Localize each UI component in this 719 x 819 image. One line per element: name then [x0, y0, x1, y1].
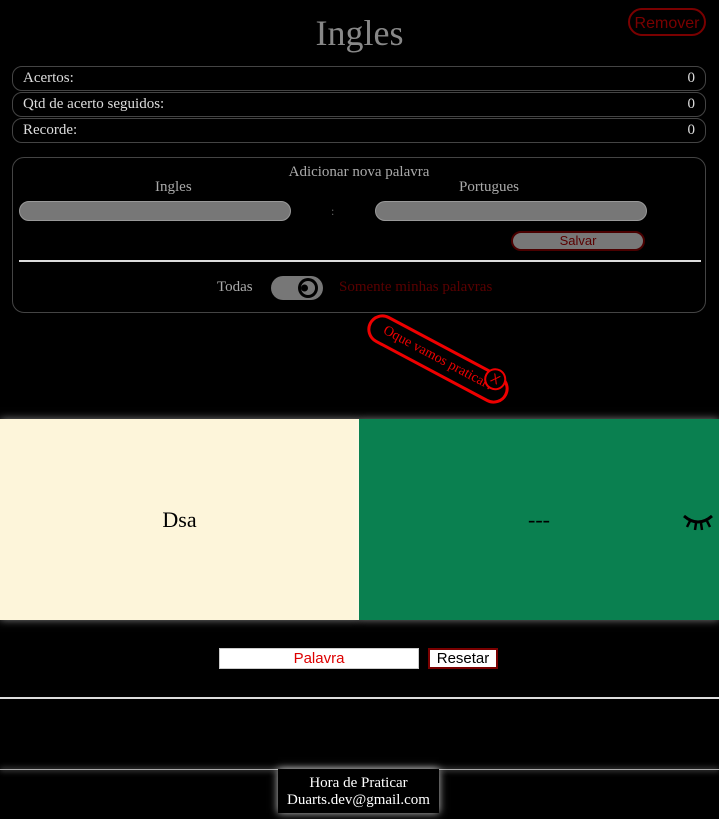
save-button[interactable]: Salvar [511, 231, 645, 251]
eye-closed-icon[interactable] [681, 511, 715, 531]
footer-title: Hora de Praticar [309, 775, 408, 791]
stat-label: Acertos: [23, 70, 74, 86]
practice-tag-text: Oque vamos praticar? [380, 323, 496, 395]
footer: Hora de Praticar Duarts.dev@gmail.com [278, 769, 439, 813]
card-front-text: Dsa [162, 507, 197, 532]
filter-toggle[interactable] [271, 276, 323, 300]
toggle-knob-icon [298, 278, 318, 298]
add-word-panel: Adicionar nova palavra Ingles Portugues … [12, 157, 706, 313]
stat-value: 0 [687, 122, 696, 138]
page-title: Ingles [315, 13, 404, 53]
english-input[interactable] [19, 201, 291, 221]
stat-label: Qtd de acerto seguidos: [23, 96, 165, 112]
separator: : [331, 204, 335, 218]
stat-row-record: Recorde: 0 [12, 118, 706, 143]
divider [0, 697, 719, 699]
english-label: Ingles [155, 179, 192, 195]
card-front[interactable]: Dsa [0, 419, 359, 620]
reset-button[interactable]: Resetar [428, 648, 498, 669]
stat-label: Recorde: [23, 122, 78, 138]
add-word-title: Adicionar nova palavra [288, 164, 430, 180]
footer-email: Duarts.dev@gmail.com [287, 792, 430, 808]
filter-all-label[interactable]: Todas [217, 279, 253, 296]
stat-value: 0 [687, 70, 696, 86]
stat-row-acertos: Acertos: 0 [12, 66, 706, 91]
filter-mine-label[interactable]: Somente minhas palavras [339, 279, 492, 296]
stat-row-streak: Qtd de acerto seguidos: 0 [12, 92, 706, 117]
word-input[interactable]: Palavra [219, 648, 419, 669]
practice-tag: Oque vamos praticar? X [362, 309, 514, 409]
portuguese-input[interactable] [375, 201, 647, 221]
card-back-text: --- [528, 507, 550, 532]
card-back[interactable]: --- [359, 419, 719, 620]
remove-button[interactable]: Remover [628, 8, 706, 36]
portuguese-label: Portugues [459, 179, 519, 195]
stat-value: 0 [687, 96, 696, 112]
divider [19, 260, 701, 262]
